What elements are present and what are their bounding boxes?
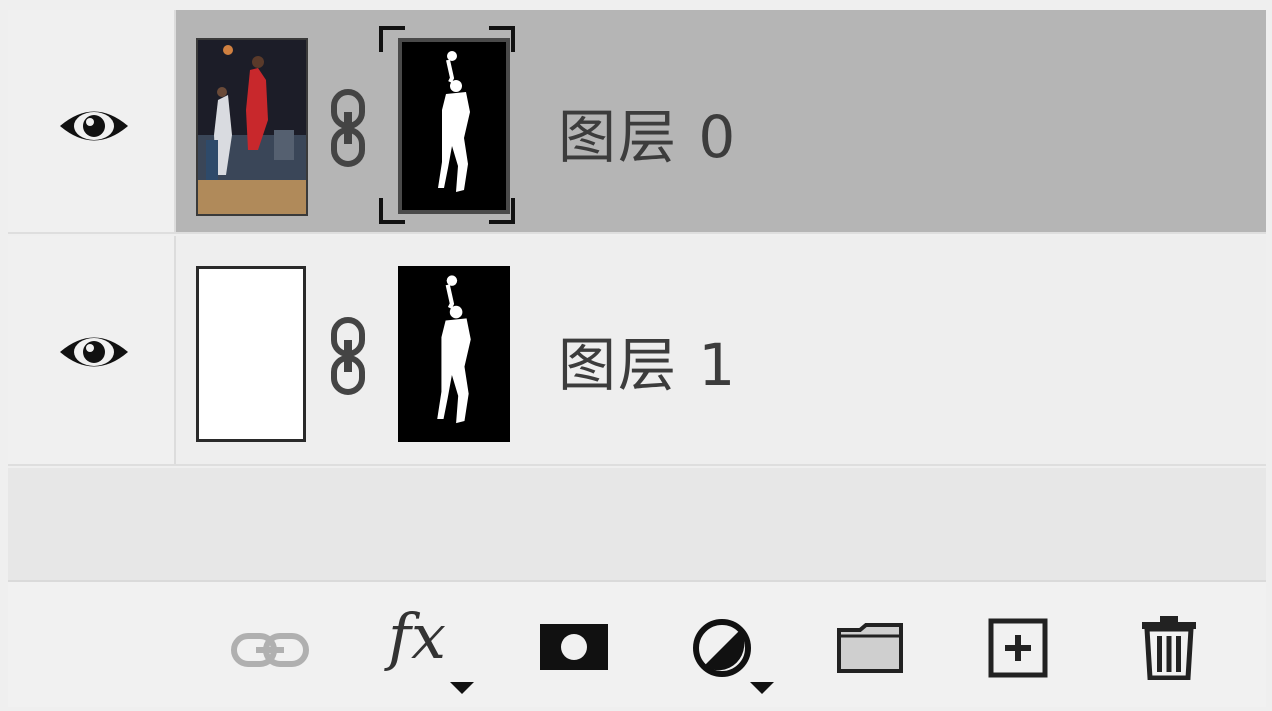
layers-panel: 图层 0 图层 1 fx xyxy=(0,0,1272,711)
adjustment-dropdown-caret xyxy=(750,682,774,694)
visibility-toggle[interactable] xyxy=(8,10,176,232)
layer-row[interactable]: 图层 0 xyxy=(8,10,1266,234)
visibility-toggle[interactable] xyxy=(8,236,176,464)
eye-icon[interactable] xyxy=(58,105,130,147)
layer-mask-thumbnail[interactable] xyxy=(398,38,510,214)
add-mask-icon xyxy=(540,624,608,670)
link-layers-icon xyxy=(231,633,309,667)
new-group-button[interactable] xyxy=(836,622,904,674)
player-silhouette-image xyxy=(437,275,471,424)
basketball-photo-image xyxy=(198,40,306,214)
chain-link-icon[interactable] xyxy=(326,88,370,168)
adjustment-layer-button[interactable] xyxy=(692,618,752,678)
adjustment-layer-icon xyxy=(693,619,751,677)
fx-button[interactable]: fx xyxy=(388,600,446,673)
fx-dropdown-caret xyxy=(450,682,474,694)
eye-icon[interactable] xyxy=(58,331,130,373)
layer-thumbnail[interactable] xyxy=(196,38,308,216)
new-layer-icon xyxy=(988,618,1048,678)
layer-content[interactable]: 图层 1 xyxy=(176,236,1266,464)
layer-row[interactable]: 图层 1 xyxy=(8,236,1266,466)
chain-link-icon[interactable] xyxy=(326,316,370,396)
layer-mask-thumbnail[interactable] xyxy=(398,266,510,442)
new-group-icon xyxy=(837,623,903,673)
delete-icon xyxy=(1142,616,1196,680)
layer-content[interactable]: 图层 0 xyxy=(176,10,1266,232)
add-mask-button[interactable] xyxy=(538,622,610,672)
player-silhouette-image xyxy=(438,51,470,192)
layer-name[interactable]: 图层 0 xyxy=(558,90,737,174)
layers-empty-area xyxy=(8,468,1266,582)
layers-toolbar: fx xyxy=(8,582,1266,707)
new-layer-button[interactable] xyxy=(988,618,1048,678)
layer-name[interactable]: 图层 1 xyxy=(558,318,737,402)
layer-thumbnail[interactable] xyxy=(196,266,306,442)
delete-layer-button[interactable] xyxy=(1140,614,1198,680)
link-layers-button[interactable] xyxy=(230,630,310,670)
